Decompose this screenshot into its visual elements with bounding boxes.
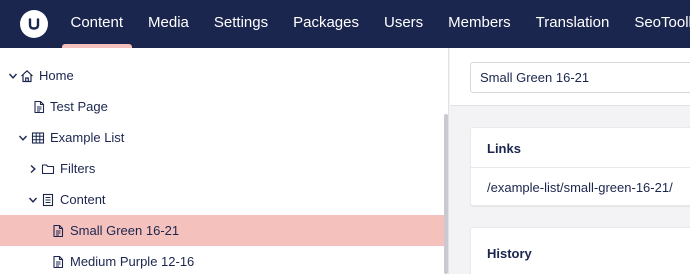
tree-scrollbar-thumb[interactable]: [444, 114, 448, 274]
section-tab-users[interactable]: Users: [371, 0, 435, 48]
tree-item-home[interactable]: Home: [0, 60, 448, 91]
section-tab-translation[interactable]: Translation: [523, 0, 622, 48]
home-icon: [20, 69, 34, 83]
links-card: Links /example-list/small-green-16-21/: [470, 127, 690, 206]
tree-item-label: Filters: [60, 161, 96, 176]
document-icon: [51, 255, 65, 269]
tree-item-label: Test Page: [50, 99, 108, 114]
section-tab-media[interactable]: Media: [136, 0, 202, 48]
node-url-link[interactable]: /example-list/small-green-16-21/: [487, 180, 673, 195]
node-name-input[interactable]: [470, 62, 690, 93]
section-tab-content[interactable]: Content: [58, 0, 136, 48]
section-tab-settings[interactable]: Settings: [201, 0, 280, 48]
folder-icon: [41, 162, 55, 176]
document-icon: [32, 100, 46, 114]
tree-item-label: Home: [39, 68, 74, 83]
section-tabs: Content Media Settings Packages Users Me…: [58, 0, 690, 48]
document-icon: [51, 224, 65, 238]
chevron-down-icon[interactable]: [27, 194, 39, 206]
chevron-right-icon[interactable]: [27, 163, 39, 175]
section-tab-members[interactable]: Members: [436, 0, 524, 48]
tree-item-test-page[interactable]: Test Page: [0, 91, 448, 122]
chevron-down-icon[interactable]: [17, 132, 29, 144]
history-card-title: History: [487, 246, 532, 261]
links-card-divider: [471, 167, 690, 168]
top-navigation-bar: Content Media Settings Packages Users Me…: [0, 0, 690, 48]
content-tree: Home Test Page Example List Filters Cont…: [0, 48, 449, 274]
tree-item-filters[interactable]: Filters: [0, 153, 448, 184]
grid-icon: [31, 131, 45, 145]
tree-item-label: Medium Purple 12-16: [70, 254, 195, 269]
tree-item-label: Example List: [50, 130, 125, 145]
chevron-down-icon[interactable]: [7, 70, 19, 82]
list-document-icon: [41, 193, 55, 207]
tree-item-label: Small Green 16-21: [70, 223, 180, 238]
links-card-title: Links: [487, 141, 521, 156]
history-card: History: [470, 227, 690, 274]
tree-scrollbar[interactable]: [444, 114, 448, 274]
tree-item-small-green[interactable]: Small Green 16-21: [0, 215, 448, 246]
section-tab-seotoolkit[interactable]: SeoToolkit: [622, 0, 690, 48]
section-tab-packages[interactable]: Packages: [281, 0, 372, 48]
umbraco-logo-icon[interactable]: [20, 10, 48, 38]
tree-item-label: Content: [60, 192, 106, 207]
tree-item-medium-purple[interactable]: Medium Purple 12-16: [0, 246, 448, 274]
tree-item-example-list[interactable]: Example List: [0, 122, 448, 153]
editor-header: [450, 48, 690, 106]
tree-item-content[interactable]: Content: [0, 184, 448, 215]
content-editor: Links /example-list/small-green-16-21/ H…: [450, 48, 690, 274]
